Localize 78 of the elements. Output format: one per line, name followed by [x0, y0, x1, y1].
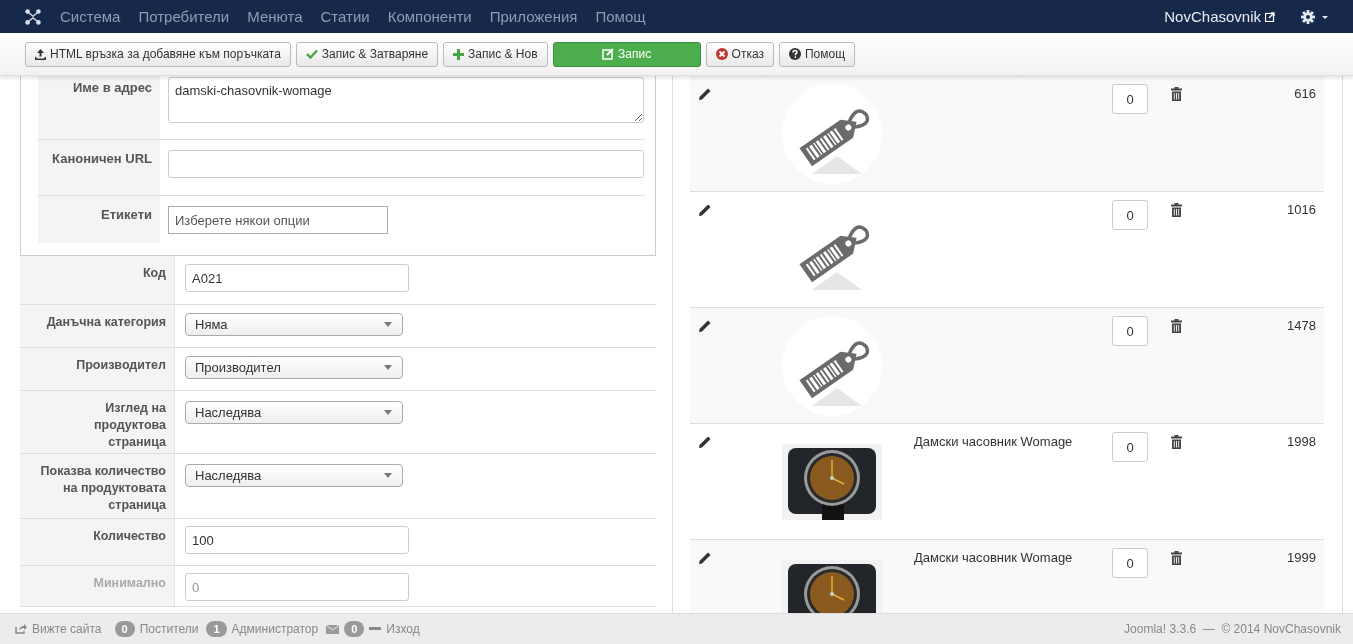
count-badge: 0 [114, 621, 135, 637]
nav-menu-item[interactable]: Потребители [138, 8, 230, 25]
field-label: Код [20, 256, 175, 304]
field-label: Показва количество на продуктовата страница [20, 454, 175, 518]
copyright-text: Joomla! 3.3.6 — © 2014 NovChasovnik [1124, 622, 1341, 636]
input-field[interactable] [168, 150, 644, 178]
toolbar-button[interactable]: Отказ [705, 41, 774, 67]
select-dropdown[interactable]: Производител [185, 356, 403, 379]
trash-icon[interactable] [1171, 87, 1182, 101]
field-label: Минимално [20, 566, 175, 606]
quantity-field[interactable]: 0 [1112, 316, 1148, 346]
edit-icon [602, 48, 614, 60]
visitors-label: Постители [139, 622, 199, 636]
external-link-icon [1265, 11, 1275, 22]
joomla-logo-icon[interactable] [24, 7, 42, 26]
input-field[interactable]: damski-chasovnik-womage [168, 77, 644, 123]
quantity-field[interactable]: 0 [1112, 548, 1148, 578]
nav-menu-item[interactable]: Приложения [489, 8, 578, 25]
count-badge: 1 [206, 621, 227, 637]
select-dropdown[interactable]: Няма [185, 313, 403, 336]
pencil-icon[interactable] [698, 87, 712, 101]
site-link[interactable]: NovChasovnik [1164, 8, 1261, 25]
image-id: 616 [1294, 85, 1317, 101]
image-id: 1998 [1287, 433, 1317, 449]
image-id: 1478 [1287, 317, 1317, 333]
pencil-icon[interactable] [698, 203, 712, 217]
caret-icon [384, 365, 392, 370]
field-label: Производител [20, 348, 175, 390]
nav-menu-item[interactable]: Помощ [595, 8, 646, 25]
count-badge: 0 [344, 621, 365, 637]
trash-icon[interactable] [1171, 435, 1182, 449]
field-label: Изглед на продуктова страница [20, 391, 175, 453]
minus-icon [369, 627, 382, 631]
toolbar-button[interactable]: Запис & Нов [443, 41, 548, 67]
caret-icon [384, 322, 392, 327]
quantity-field[interactable]: 0 [1112, 200, 1148, 230]
product-name: Дамски часовник Womage [914, 549, 1074, 565]
image-id: 1999 [1287, 549, 1317, 565]
help-icon [788, 48, 801, 60]
nav-menu-item[interactable]: Менюта [247, 8, 303, 25]
close-icon [715, 48, 728, 60]
quantity-field[interactable]: 0 [1112, 432, 1148, 462]
share-icon [15, 624, 27, 634]
envelope-icon [326, 624, 340, 634]
field-label: Количество [20, 519, 175, 565]
input-field[interactable]: 100 [185, 526, 409, 554]
check-icon [305, 49, 318, 59]
upload-icon [35, 48, 46, 60]
input-field[interactable]: A021 [185, 264, 409, 292]
price-tag-icon [782, 316, 882, 416]
product-name: Дамски часовник Womage [914, 433, 1074, 449]
plus-icon [453, 48, 465, 60]
field-label: Етикети [38, 196, 160, 243]
settings-icon[interactable] [1301, 9, 1331, 24]
caret-icon [384, 473, 392, 478]
toolbar-button[interactable]: HTML връзка за добавяне към поръчката [25, 41, 291, 67]
quantity-field[interactable]: 0 [1112, 84, 1148, 114]
field-label: Данъчна категория [20, 305, 175, 347]
select-dropdown[interactable]: Наследява [185, 401, 403, 424]
caret-icon [384, 410, 392, 415]
field-label: Каноничен URL [38, 140, 160, 195]
toolbar-button[interactable]: Запис & Затваряне [295, 41, 439, 67]
select-dropdown[interactable]: Наследява [185, 464, 403, 487]
administrators-label: Администратор [231, 622, 319, 636]
pencil-icon[interactable] [698, 319, 712, 333]
nav-menu-item[interactable]: Компоненти [387, 8, 472, 25]
nav-menu-item[interactable]: Статии [320, 8, 370, 25]
trash-icon[interactable] [1171, 319, 1182, 333]
tags-field[interactable]: Изберете някои опции [168, 206, 388, 234]
toolbar-button[interactable]: Помощ [778, 41, 856, 67]
pencil-icon[interactable] [698, 435, 712, 449]
price-tag-icon [782, 84, 882, 184]
pencil-icon[interactable] [698, 551, 712, 565]
nav-menu-item[interactable]: Система [60, 8, 121, 25]
image-id: 1016 [1287, 201, 1317, 217]
trash-icon[interactable] [1171, 203, 1182, 217]
field-label: Име в адрес [38, 76, 160, 139]
trash-icon[interactable] [1171, 551, 1182, 565]
